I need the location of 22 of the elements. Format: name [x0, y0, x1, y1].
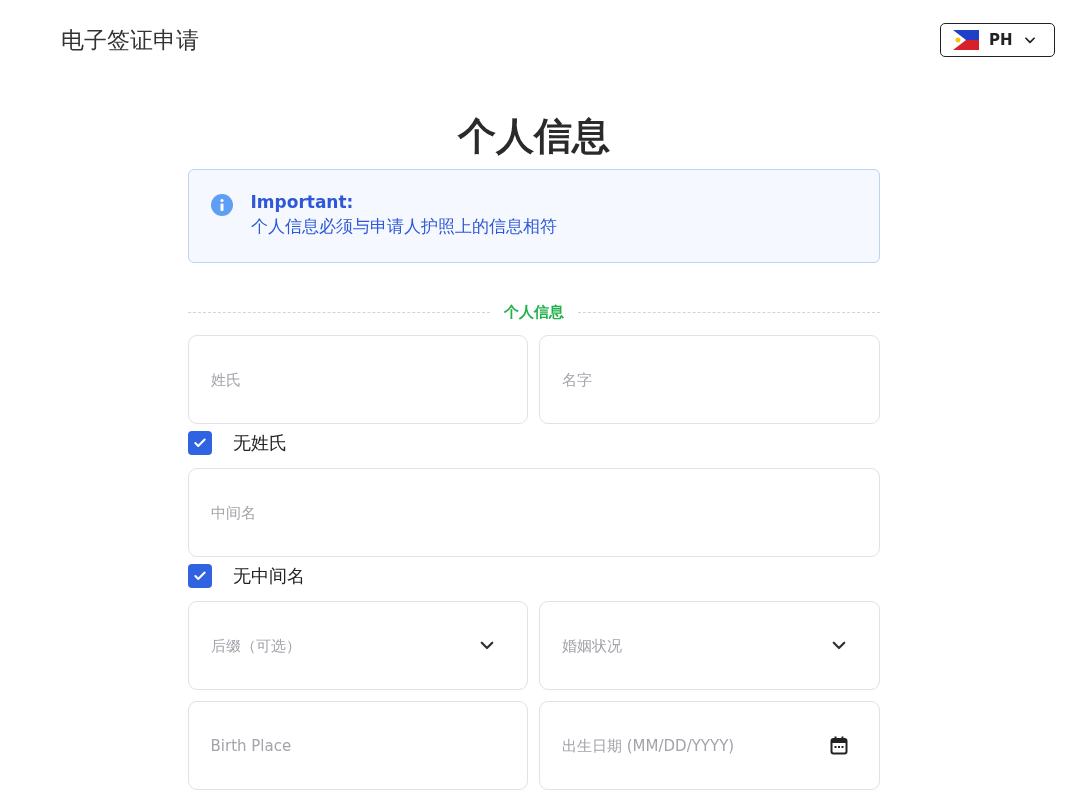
input-field[interactable]: 名字 — [539, 335, 880, 424]
select-field[interactable]: 婚姻状况 — [539, 601, 880, 690]
flag-icon — [953, 30, 979, 50]
language-selector[interactable]: PH — [940, 23, 1055, 57]
input-field[interactable]: Birth Place — [187, 701, 528, 790]
input-field[interactable]: 中间名 — [187, 468, 880, 557]
notice-text: 个人信息必须与申请人护照上的信息相符 — [250, 215, 557, 238]
info-icon — [210, 194, 233, 216]
checkbox-label: 无中间名 — [232, 564, 305, 588]
check-icon — [192, 569, 207, 583]
checkbox[interactable] — [187, 431, 212, 455]
select-field[interactable]: 后缀（可选） — [187, 601, 528, 690]
checkbox[interactable] — [187, 564, 212, 588]
section-title: 个人信息 — [503, 303, 564, 322]
calendar-icon — [829, 736, 848, 755]
date-field[interactable]: 出生日期 (MM/DD/YYYY) — [539, 701, 880, 790]
page-title: 个人信息 — [456, 113, 611, 159]
checkbox-label: 无姓氏 — [232, 431, 287, 455]
site-title: 电子签证申请 — [61, 25, 199, 55]
input-field[interactable]: 姓氏 — [187, 335, 528, 424]
check-icon — [192, 436, 207, 450]
notice-heading: Important: — [250, 192, 355, 212]
